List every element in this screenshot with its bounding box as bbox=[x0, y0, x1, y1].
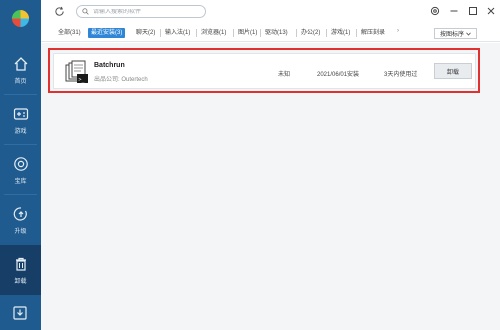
home-icon bbox=[14, 56, 27, 71]
refresh-icon[interactable] bbox=[54, 6, 65, 17]
sidebar-item-treasure[interactable]: 宝库 bbox=[0, 145, 41, 195]
tab-office[interactable]: 办公(2) bbox=[301, 28, 320, 38]
download-icon[interactable] bbox=[12, 305, 28, 321]
sidebar-item-upgrade[interactable]: 升级 bbox=[0, 195, 41, 245]
search-box[interactable] bbox=[76, 5, 206, 18]
category-tabs: 全部(31) 最近安装(3) 聊天(2) 输入法(1) 浏览器(1) 图片(1)… bbox=[41, 24, 500, 42]
uninstall-button[interactable]: 卸载 bbox=[434, 63, 472, 79]
tab-recent-installed[interactable]: 最近安装(3) bbox=[88, 28, 126, 38]
app-install-date: 2021/06/01安装 bbox=[317, 72, 360, 78]
batchrun-app-icon: >_ bbox=[65, 60, 88, 83]
sidebar-item-label: 首页 bbox=[14, 78, 27, 85]
sidebar-item-label: 游戏 bbox=[14, 128, 27, 135]
tab-archive-burn[interactable]: 解压刻录 bbox=[361, 28, 385, 38]
tab-input-method[interactable]: 输入法(1) bbox=[165, 28, 190, 38]
sidebar-item-label: 宝库 bbox=[14, 178, 27, 185]
treasure-icon bbox=[13, 156, 28, 171]
top-bar bbox=[41, 0, 500, 24]
minimize-icon[interactable] bbox=[449, 6, 459, 16]
chevron-right-icon[interactable]: › bbox=[397, 28, 399, 34]
maximize-icon[interactable] bbox=[468, 6, 478, 16]
upgrade-icon bbox=[13, 206, 27, 221]
sort-button-label: 按图标序 bbox=[439, 32, 464, 38]
app-name: Batchrun bbox=[94, 62, 125, 69]
sidebar-item-label: 卸载 bbox=[14, 278, 27, 285]
sidebar-item-games[interactable]: 游戏 bbox=[0, 95, 41, 145]
list-item[interactable]: >_ Batchrun 出品公司: Outertech 未知 2021/06/0… bbox=[53, 53, 476, 89]
sidebar-item-home[interactable]: 首页 bbox=[0, 45, 41, 95]
search-icon bbox=[82, 8, 89, 15]
tab-browser[interactable]: 浏览器(1) bbox=[201, 28, 226, 38]
search-input[interactable] bbox=[93, 8, 193, 15]
tab-drivers[interactable]: 驱动(13) bbox=[265, 28, 288, 38]
settings-icon[interactable] bbox=[430, 6, 440, 16]
tab-chat[interactable]: 聊天(2) bbox=[136, 28, 155, 38]
app-last-used: 3天内使用过 bbox=[384, 72, 418, 78]
gamepad-icon bbox=[13, 107, 28, 120]
app-publisher: 出品公司: Outertech bbox=[94, 77, 148, 83]
app-size: 未知 bbox=[278, 72, 291, 78]
sidebar: 首页 游戏 宝库 升级 卸载 bbox=[0, 0, 41, 330]
tab-all[interactable]: 全部(31) bbox=[58, 28, 81, 38]
trash-icon bbox=[15, 257, 26, 271]
sidebar-item-label: 升级 bbox=[14, 228, 27, 235]
chevron-down-icon bbox=[466, 32, 471, 36]
tab-games[interactable]: 游戏(1) bbox=[331, 28, 350, 38]
sort-button[interactable]: 按图标序 bbox=[434, 28, 477, 39]
sidebar-item-uninstall[interactable]: 卸载 bbox=[0, 245, 41, 295]
close-icon[interactable] bbox=[486, 6, 496, 16]
svg-text:>_: >_ bbox=[79, 77, 86, 83]
tab-images[interactable]: 图片(1) bbox=[238, 28, 257, 38]
app-logo-icon bbox=[11, 9, 30, 28]
app-list: >_ Batchrun 出品公司: Outertech 未知 2021/06/0… bbox=[41, 43, 500, 330]
